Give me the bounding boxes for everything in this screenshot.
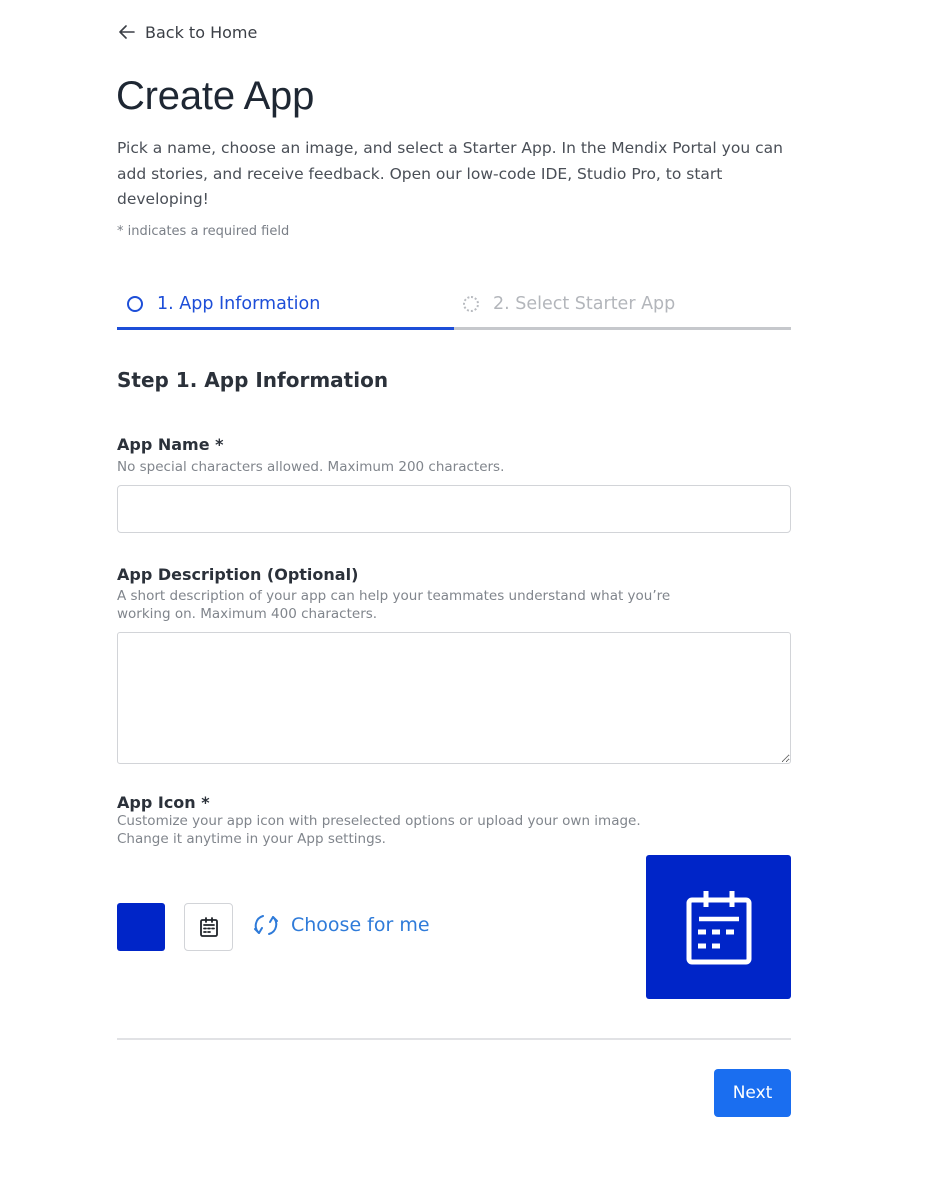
app-description-textarea[interactable] [117, 632, 791, 764]
step-select-starter-app[interactable]: 2. Select Starter App [463, 280, 675, 328]
page-title: Create App [116, 74, 315, 118]
app-description-hint-line1: A short description of your app can help… [117, 588, 671, 604]
app-name-input[interactable] [117, 485, 791, 533]
step-label: 1. App Information [157, 294, 321, 314]
arrow-left-icon [119, 25, 135, 39]
required-field-note: * indicates a required field [117, 224, 290, 239]
app-icon-hint-line1: Customize your app icon with preselected… [117, 813, 641, 829]
step-app-information[interactable]: 1. App Information [127, 280, 320, 328]
app-description-label: App Description (Optional) [117, 565, 359, 584]
app-icon-preview [646, 855, 791, 999]
step-label: 2. Select Starter App [493, 294, 676, 314]
stepper: 1. App Information 2. Select Starter App [117, 280, 791, 330]
app-name-label: App Name * [117, 435, 224, 454]
choose-for-me-label: Choose for me [291, 914, 430, 936]
back-to-home-label: Back to Home [145, 22, 258, 42]
app-icon-label: App Icon * [117, 793, 210, 812]
page-intro: Pick a name, choose an image, and select… [117, 139, 783, 208]
refresh-icon [254, 915, 278, 935]
section-title: Step 1. App Information [117, 368, 389, 392]
icon-glyph-picker[interactable] [184, 903, 233, 951]
choose-for-me-button[interactable]: Choose for me [251, 910, 430, 940]
back-to-home-link[interactable]: Back to Home [117, 22, 257, 42]
footer-divider [117, 1038, 791, 1040]
icon-color-picker[interactable] [117, 903, 165, 951]
calendar-icon [686, 891, 751, 965]
calendar-icon [199, 917, 218, 937]
next-button[interactable]: Next [714, 1069, 791, 1117]
step-active-circle-icon [127, 296, 143, 312]
app-name-hint: No special characters allowed. Maximum 2… [117, 459, 505, 475]
app-icon-hint-line2: Change it anytime in your App settings. [117, 831, 386, 847]
stepper-progress-bar [117, 327, 454, 330]
step-pending-circle-icon [463, 296, 479, 312]
app-description-hint-line2: working on. Maximum 400 characters. [117, 606, 378, 622]
